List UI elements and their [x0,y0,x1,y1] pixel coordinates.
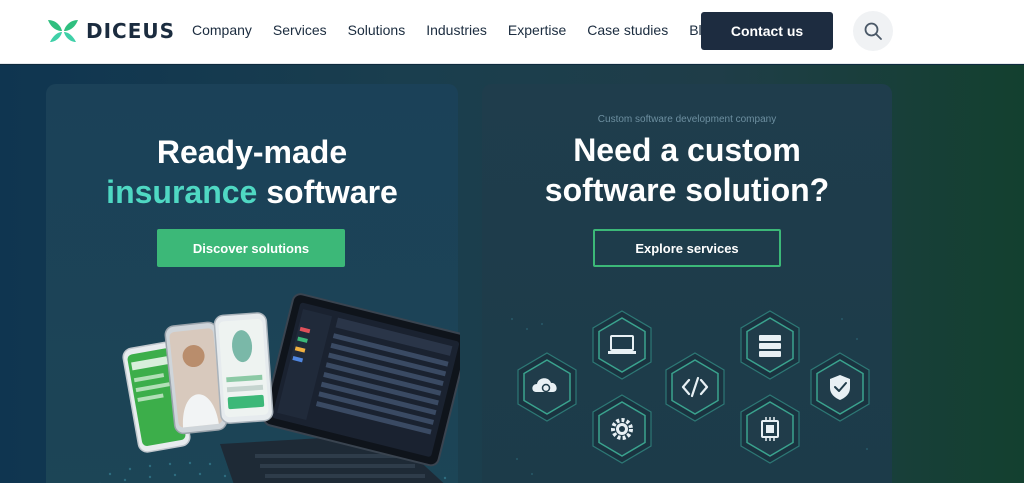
left-title-line1: Ready-made [156,134,348,170]
left-title-rest: software [257,174,398,210]
nav-solutions[interactable]: Solutions [348,22,406,38]
service-icons-grid [511,310,870,475]
right-title-line1: Need a custom [573,132,801,168]
butterfly-logo-icon [48,20,78,42]
server-icon [740,310,800,380]
hero-section: Ready-made insurance software Discover s… [0,65,1024,483]
right-title-line2: software solution? [544,172,830,208]
logo-text: DICEUS [86,19,176,43]
discover-solutions-button[interactable]: Discover solutions [157,229,345,267]
search-button[interactable] [853,11,893,51]
cloud-sync-icon [517,352,577,422]
search-icon [864,22,882,40]
code-icon [665,352,725,422]
eyebrow-text: Custom software development company [597,114,777,125]
devices-illustration [99,293,460,483]
chip-icon [740,394,800,464]
nav-expertise[interactable]: Expertise [508,22,566,38]
left-title-line2: insurance software [46,172,458,212]
diceus-logo[interactable]: DICEUS [46,18,175,44]
nav-services[interactable]: Services [273,22,327,38]
shield-check-icon [810,352,870,422]
insurance-software-card: Ready-made insurance software Discover s… [46,84,460,483]
contact-us-button[interactable]: Contact us [701,12,833,50]
left-title-accent: insurance [106,174,258,210]
gear-icon [592,394,652,464]
laptop-icon [592,310,652,380]
explore-services-button[interactable]: Explore services [593,229,781,267]
nav-company[interactable]: Company [192,22,252,38]
custom-software-card: Custom software development company Need… [482,84,892,483]
nav-case-studies[interactable]: Case studies [587,22,668,38]
site-header: DICEUS Company Services Solutions Indust… [0,0,1024,64]
main-nav: Company Services Solutions Industries Ex… [192,22,738,38]
nav-industries[interactable]: Industries [426,22,487,38]
